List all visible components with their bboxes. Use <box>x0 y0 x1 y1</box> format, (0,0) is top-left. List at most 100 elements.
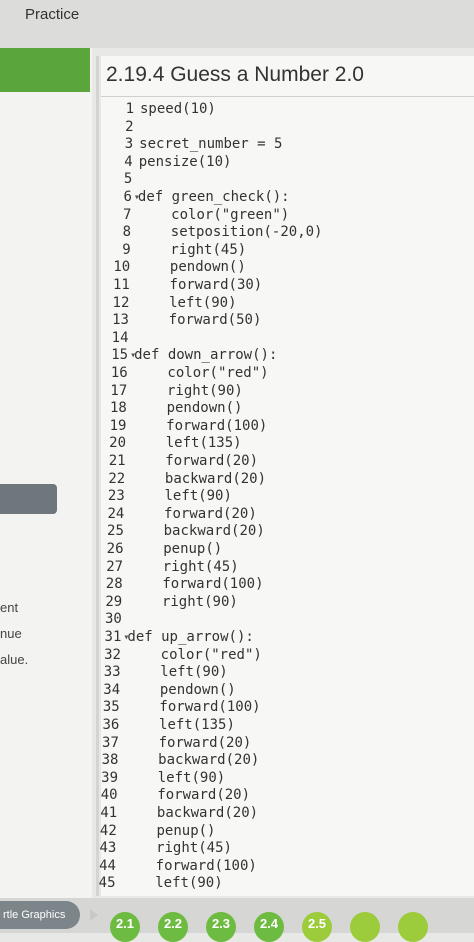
line-number: 25 <box>107 523 124 540</box>
code-line[interactable]: 43 right(45) <box>88 840 232 858</box>
code-text: forward(30) <box>135 277 263 293</box>
line-number: 27 <box>106 558 124 575</box>
lesson-pill[interactable]: 2.5 <box>302 912 332 942</box>
code-line[interactable]: 32 color("red") <box>93 647 262 665</box>
code-line[interactable]: 4 pensize(10) <box>105 154 231 172</box>
code-line[interactable]: 9 right(45) <box>103 241 247 260</box>
code-text: forward(50) <box>134 312 262 329</box>
code-line[interactable]: 12 left(90) <box>101 295 237 313</box>
code-line[interactable]: 18 pendown() <box>99 400 242 418</box>
code-text: forward(20) <box>123 787 251 804</box>
code-text: right(45) <box>122 840 232 857</box>
code-text: backward(20) <box>123 805 259 821</box>
code-line[interactable]: 13 forward(50) <box>101 312 261 330</box>
code-line[interactable]: 40 forward(20) <box>90 787 250 805</box>
code-text: forward(20) <box>130 505 257 522</box>
code-line[interactable]: 1 speed(10) <box>106 101 216 119</box>
line-number: 44 <box>99 857 116 874</box>
lesson-pill[interactable] <box>350 912 380 942</box>
code-line[interactable]: 33 left(90) <box>93 664 228 682</box>
sidebar-button[interactable] <box>0 484 57 514</box>
code-line[interactable]: 16 color("red") <box>100 365 269 383</box>
code-text: forward(20) <box>131 453 259 469</box>
fold-arrow-icon[interactable]: ▾ <box>130 350 136 361</box>
code-line[interactable]: 5 <box>104 171 138 189</box>
fold-arrow-icon[interactable]: ▾ <box>134 192 140 203</box>
code-line[interactable]: 10 pendown() <box>102 259 246 277</box>
code-line[interactable]: 30 <box>94 611 128 629</box>
code-line[interactable]: 20 left(135) <box>98 435 241 453</box>
code-text: right(45) <box>136 241 247 258</box>
code-text: pendown() <box>136 259 246 276</box>
code-line[interactable]: 11 forward(30) <box>102 277 262 295</box>
code-line[interactable]: 15 ▾ def down_arrow(): <box>100 347 277 365</box>
turtle-graphics-tab[interactable]: rtle Graphics <box>0 901 80 929</box>
code-text: backward(20) <box>124 752 260 769</box>
line-number: 15 <box>111 347 129 364</box>
line-number: 30 <box>104 611 122 628</box>
line-number: 41 <box>100 805 118 821</box>
code-text: setposition(-20,0) <box>137 224 323 241</box>
line-number: 43 <box>99 840 117 857</box>
green-status-block <box>0 48 90 92</box>
line-number: 3 <box>124 136 134 153</box>
line-number: 28 <box>105 576 123 593</box>
fold-arrow-icon[interactable]: ▾ <box>123 632 129 643</box>
code-line[interactable]: 14 <box>101 330 135 348</box>
line-number: 35 <box>102 699 120 716</box>
lesson-pill[interactable] <box>398 912 428 942</box>
code-line[interactable]: 29 right(90) <box>94 593 238 612</box>
code-line[interactable]: 8 setposition(-20,0) <box>103 224 323 242</box>
code-line[interactable]: 41 backward(20) <box>89 805 258 823</box>
code-line[interactable]: 38 backward(20) <box>90 752 260 770</box>
code-line[interactable]: 28 forward(100) <box>95 576 264 594</box>
title-divider <box>101 96 474 97</box>
lesson-pill[interactable]: 2.4 <box>254 912 284 942</box>
code-line[interactable]: 45 left(90) <box>88 875 223 893</box>
side-text-2: nue <box>0 626 22 641</box>
code-text: def up_arrow(): <box>127 629 254 645</box>
code-text: forward(100) <box>125 699 261 716</box>
line-number: 36 <box>102 717 120 733</box>
code-line[interactable]: 36 left(135) <box>91 717 234 735</box>
code-line[interactable]: 21 forward(20) <box>98 453 258 471</box>
code-line[interactable]: 31 ▾ def up_arrow(): <box>93 629 254 647</box>
code-text: color("green") <box>137 206 290 223</box>
code-text: secret_number = 5 <box>139 136 283 153</box>
code-text: left(90) <box>124 769 226 786</box>
code-text: left(90) <box>126 664 228 681</box>
line-number: 10 <box>113 259 131 276</box>
code-line[interactable]: 22 backward(20) <box>97 471 266 489</box>
line-number: 6 <box>123 189 132 205</box>
code-line[interactable]: 24 forward(20) <box>96 506 256 524</box>
code-line[interactable]: 39 left(90) <box>90 770 225 788</box>
code-text: forward(20) <box>124 734 252 751</box>
line-number: 16 <box>110 365 128 381</box>
lesson-pill[interactable]: 2.2 <box>158 912 188 942</box>
code-line[interactable]: 44 forward(100) <box>88 858 257 876</box>
code-text: right(90) <box>128 593 238 610</box>
code-line[interactable]: 3 secret_number = 5 <box>105 136 283 154</box>
code-line[interactable]: 42 penup() <box>89 823 216 841</box>
code-line[interactable]: 26 penup() <box>96 541 223 559</box>
code-line[interactable]: 25 backward(20) <box>96 523 265 541</box>
code-line[interactable]: 34 pendown() <box>92 681 236 700</box>
line-number: 14 <box>111 329 129 346</box>
lesson-pill[interactable]: 2.3 <box>206 912 236 942</box>
code-line[interactable]: 2 <box>106 119 140 137</box>
code-line[interactable]: 6 ▾ def green_check(): <box>104 189 289 207</box>
lesson-pill[interactable]: 2.1 <box>110 912 140 942</box>
code-line[interactable]: 37 forward(20) <box>91 735 251 753</box>
code-text: left(90) <box>121 875 223 892</box>
code-line[interactable]: 27 right(45) <box>95 558 238 577</box>
code-text: penup() <box>129 541 223 557</box>
code-text: forward(100) <box>121 857 257 874</box>
code-line[interactable]: 19 forward(100) <box>98 418 268 436</box>
code-text: pendown() <box>126 681 236 698</box>
code-line[interactable]: 35 forward(100) <box>92 699 261 717</box>
line-number: 40 <box>100 787 118 804</box>
code-line[interactable]: 7 color("green") <box>103 207 289 225</box>
chevron-right-icon <box>90 909 98 921</box>
code-line[interactable]: 17 right(90) <box>99 383 242 401</box>
code-line[interactable]: 23 left(90) <box>97 488 232 506</box>
